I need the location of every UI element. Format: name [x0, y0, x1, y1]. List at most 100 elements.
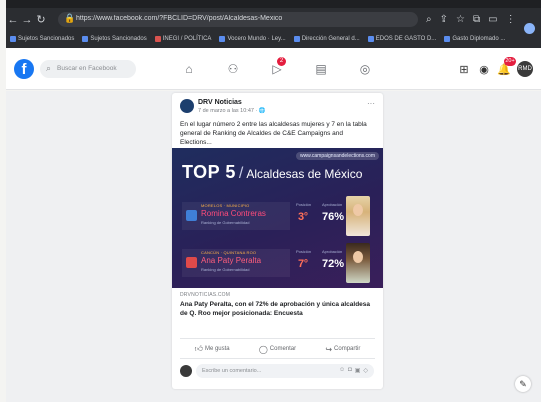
menu-grid-icon[interactable]: ⊞ [457, 63, 471, 76]
post-image[interactable]: www.campaignsandelections.com TOP 5/Alca… [172, 148, 383, 288]
comment-placeholder: Escribe un comentario... [202, 368, 262, 374]
facebook-header: f ⌕ Buscar en Facebook ⌂ ⚇ ▷ 2 ▤ ◎ ⊞ ◉ 🔔 2… [6, 48, 541, 90]
approval-label: Aprobación [322, 249, 343, 254]
comment-label: Comentar [269, 346, 297, 352]
portrait-photo [346, 196, 370, 236]
camera-icon[interactable]: ◘ [348, 367, 352, 374]
bookmarks-bar: Sujetos Sancionados Sujetos Sancionados … [6, 32, 541, 46]
like-button[interactable]: 👍︎ Me gusta [195, 344, 230, 354]
bookmark-icon [219, 36, 226, 42]
search-icon: ⌕ [46, 63, 52, 73]
share-icon[interactable]: ⇪ [440, 14, 448, 25]
screen-photo: ← → ↻ 🔒 https://www.facebook.com/?FBCLID… [0, 0, 541, 402]
notifications-badge: 20+ [504, 56, 516, 66]
lock-icon: 🔒 [64, 13, 76, 23]
url-text: https://www.facebook.com/?FBCLID=DRV/pos… [76, 15, 283, 22]
comment-button[interactable]: ◯ Comentar [259, 344, 296, 354]
share-button[interactable]: ↪ Compartir [325, 344, 360, 354]
card-name: Romina Contreras [201, 209, 266, 218]
browser-chrome: ← → ↻ 🔒 https://www.facebook.com/?FBCLID… [6, 0, 541, 48]
post-actions: 👍︎ Me gusta ◯ Comentar ↪ Compartir [180, 344, 375, 354]
menu-icon[interactable]: ⋮ [506, 14, 516, 25]
bookmark-item[interactable]: Vocero Mundo · Ley... [219, 36, 286, 42]
search-placeholder: Buscar en Facebook [57, 65, 117, 72]
page-avatar[interactable] [180, 99, 194, 113]
position-label: Posición [296, 249, 312, 254]
image-url-pill: www.campaignsandelections.com [295, 152, 379, 160]
compose-message-icon[interactable]: ✎ [515, 376, 531, 392]
groups-icon[interactable]: ◎ [358, 62, 372, 76]
ranking-card: CANCÚN · QUINTANA ROO Ana Paty Peralta R… [182, 241, 370, 285]
emoji-icon[interactable]: ☺ [339, 367, 345, 374]
home-icon[interactable]: ⌂ [182, 62, 196, 76]
messenger-icon[interactable]: ◉ [477, 63, 491, 76]
card-region: MORELOS · MUNICIPIO [201, 203, 250, 208]
tab-strip [6, 0, 541, 8]
position-value: 3o [298, 211, 308, 223]
link-title[interactable]: Ana Paty Peralta, con el 72% de aprobaci… [180, 300, 376, 318]
bookmark-item[interactable]: Dirección General d... [293, 36, 360, 42]
video-icon[interactable]: ▷ 2 [270, 57, 286, 76]
forward-icon[interactable]: → [20, 10, 34, 30]
card-caption: Ranking de Gobernabilidad [201, 220, 250, 225]
split-view-icon[interactable]: ▭ [488, 14, 497, 25]
profile-avatar[interactable]: RMD [517, 61, 533, 77]
post-author[interactable]: DRV Noticias [198, 99, 242, 106]
like-label: Me gusta [204, 346, 230, 352]
approval-value: 76% [322, 211, 345, 223]
star-icon[interactable]: ☆ [456, 14, 465, 25]
bookmark-item[interactable]: INEGI / POLÍTICA [154, 36, 211, 42]
image-top5: TOP 5 [182, 162, 236, 182]
bookmark-item[interactable]: EDOS DE GASTO D... [367, 36, 436, 42]
bookmark-item[interactable]: Sujetos Sancionados [10, 36, 74, 42]
post-timestamp[interactable]: 7 de marzo a las 10:47 · 🌐 [198, 108, 266, 114]
comment-input[interactable]: Escribe un comentario... ☺ ◘ ▣ ◇ [196, 364, 374, 378]
address-bar[interactable]: 🔒 https://www.facebook.com/?FBCLID=DRV/p… [58, 12, 418, 27]
marketplace-icon[interactable]: ▤ [314, 62, 328, 76]
post-text: En el lugar número 2 entre las alcaldesa… [180, 121, 367, 146]
zoom-icon[interactable]: ⌕ [426, 14, 432, 25]
divider [180, 338, 375, 339]
link-source[interactable]: DRVNOTICIAS.COM [180, 292, 230, 298]
gif-icon[interactable]: ▣ [355, 367, 361, 374]
bookmark-icon [293, 36, 300, 42]
card-caption: Ranking de Gobernabilidad [201, 267, 250, 272]
bookmark-icon [10, 36, 16, 42]
extensions-icon[interactable]: ⧉ [473, 14, 480, 25]
extension-icons: ⌕ ⇪ ☆ ⧉ ▭ ⋮ [426, 14, 516, 25]
post-menu-icon[interactable]: ··· [367, 99, 375, 108]
comment-tools: ☺ ◘ ▣ ◇ [339, 367, 368, 374]
main-nav: ⌂ ⚇ ▷ 2 ▤ ◎ [182, 57, 372, 76]
comment-composer: Escribe un comentario... ☺ ◘ ▣ ◇ [180, 364, 375, 378]
card-name: Ana Paty Peralta [201, 256, 262, 265]
comment-icon: ◯ [258, 344, 268, 354]
reload-icon[interactable]: ↻ [34, 10, 48, 30]
bookmark-item[interactable]: Sujetos Sancionados [82, 36, 147, 42]
portrait-face [353, 204, 363, 216]
facebook-logo[interactable]: f [14, 59, 34, 79]
thumbs-up-icon: 👍︎ [194, 344, 203, 353]
municipality-logo [186, 257, 197, 268]
bookmark-icon [154, 36, 161, 42]
search-input[interactable]: ⌕ Buscar en Facebook [40, 60, 136, 78]
portrait-photo [346, 243, 370, 283]
bookmark-icon [444, 36, 451, 42]
account-nav: ⊞ ◉ 🔔 20+ RMD [457, 56, 533, 77]
share-icon: ↪ [325, 344, 333, 354]
municipality-logo [186, 210, 197, 221]
notifications-icon[interactable]: 🔔 20+ [497, 56, 516, 76]
bookmark-icon [367, 36, 374, 42]
image-title: TOP 5/Alcaldesas de México [182, 162, 362, 183]
news-feed: DRV Noticias 7 de marzo a las 10:47 · 🌐 … [6, 91, 541, 402]
commenter-avatar [180, 365, 192, 377]
friends-icon[interactable]: ⚇ [226, 62, 240, 76]
position-label: Posición [296, 202, 312, 207]
portrait-face [353, 251, 363, 263]
card-region: CANCÚN · QUINTANA ROO [201, 250, 257, 255]
bookmark-icon [82, 36, 89, 42]
sticker-icon[interactable]: ◇ [363, 367, 368, 374]
back-icon[interactable]: ← [6, 10, 20, 30]
position-value: 7o [298, 258, 308, 270]
bookmark-item[interactable]: Gasto Diplomado ... [444, 36, 505, 42]
approval-label: Aprobación [322, 202, 343, 207]
